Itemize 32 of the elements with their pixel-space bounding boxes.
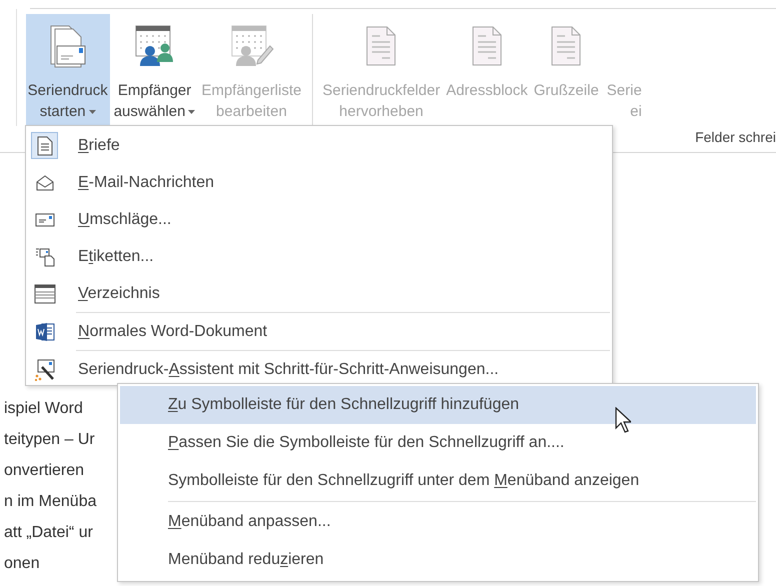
document-icon <box>550 26 582 66</box>
envelope-icon <box>34 212 54 226</box>
menu-item[interactable]: Etiketten... <box>26 238 612 275</box>
document-icon <box>365 26 398 66</box>
document-text: n im Menüba <box>4 492 96 512</box>
document-text: onen <box>4 554 40 574</box>
document-text: teitypen – Ur <box>4 430 95 450</box>
ribbon-button[interactable]: Seriendruck starten <box>26 14 110 125</box>
menu-item[interactable]: Briefe <box>26 127 612 164</box>
document-icon <box>36 136 52 156</box>
ribbon-button[interactable]: Empfänger auswählen <box>112 14 198 125</box>
menu-item[interactable]: Passen Sie die Symbolleiste für den Schnellzugriff an.... <box>120 424 756 462</box>
group-label: Felder schrei <box>695 128 776 147</box>
envelope-icon <box>36 174 54 190</box>
menu-item[interactable]: Seriendruck-Assistent mit Schritt-für-Schritt-Anweisungen... <box>26 351 612 388</box>
menu-item[interactable]: Umschläge... <box>26 201 612 238</box>
word-document-icon <box>34 322 54 342</box>
mouse-pointer-icon <box>615 407 631 433</box>
menu-item[interactable]: Menüband reduzieren <box>120 541 756 579</box>
menu-item[interactable]: Symbolleiste für den Schnellzugriff unter dem Menüband anzeigen <box>120 462 756 500</box>
menu-item[interactable]: Verzeichnis <box>26 275 612 312</box>
menu-item[interactable]: Zu Symbolleiste für den Schnellzugriff hinzufügen <box>120 386 756 424</box>
list-icon <box>34 284 56 304</box>
menu-item[interactable]: E-Mail-Nachrichten <box>26 164 612 201</box>
menu-item[interactable]: Menüband anpassen... <box>120 503 756 541</box>
menu-item[interactable]: Normales Word-Dokument <box>26 313 612 350</box>
document-text: ispiel Word <box>4 399 83 419</box>
document-icon <box>470 26 503 66</box>
labels-icon <box>34 246 54 266</box>
magic-wand-icon <box>34 358 56 380</box>
document-text: onvertieren <box>4 461 84 481</box>
document-text: att „Datei“ ur <box>4 523 93 543</box>
